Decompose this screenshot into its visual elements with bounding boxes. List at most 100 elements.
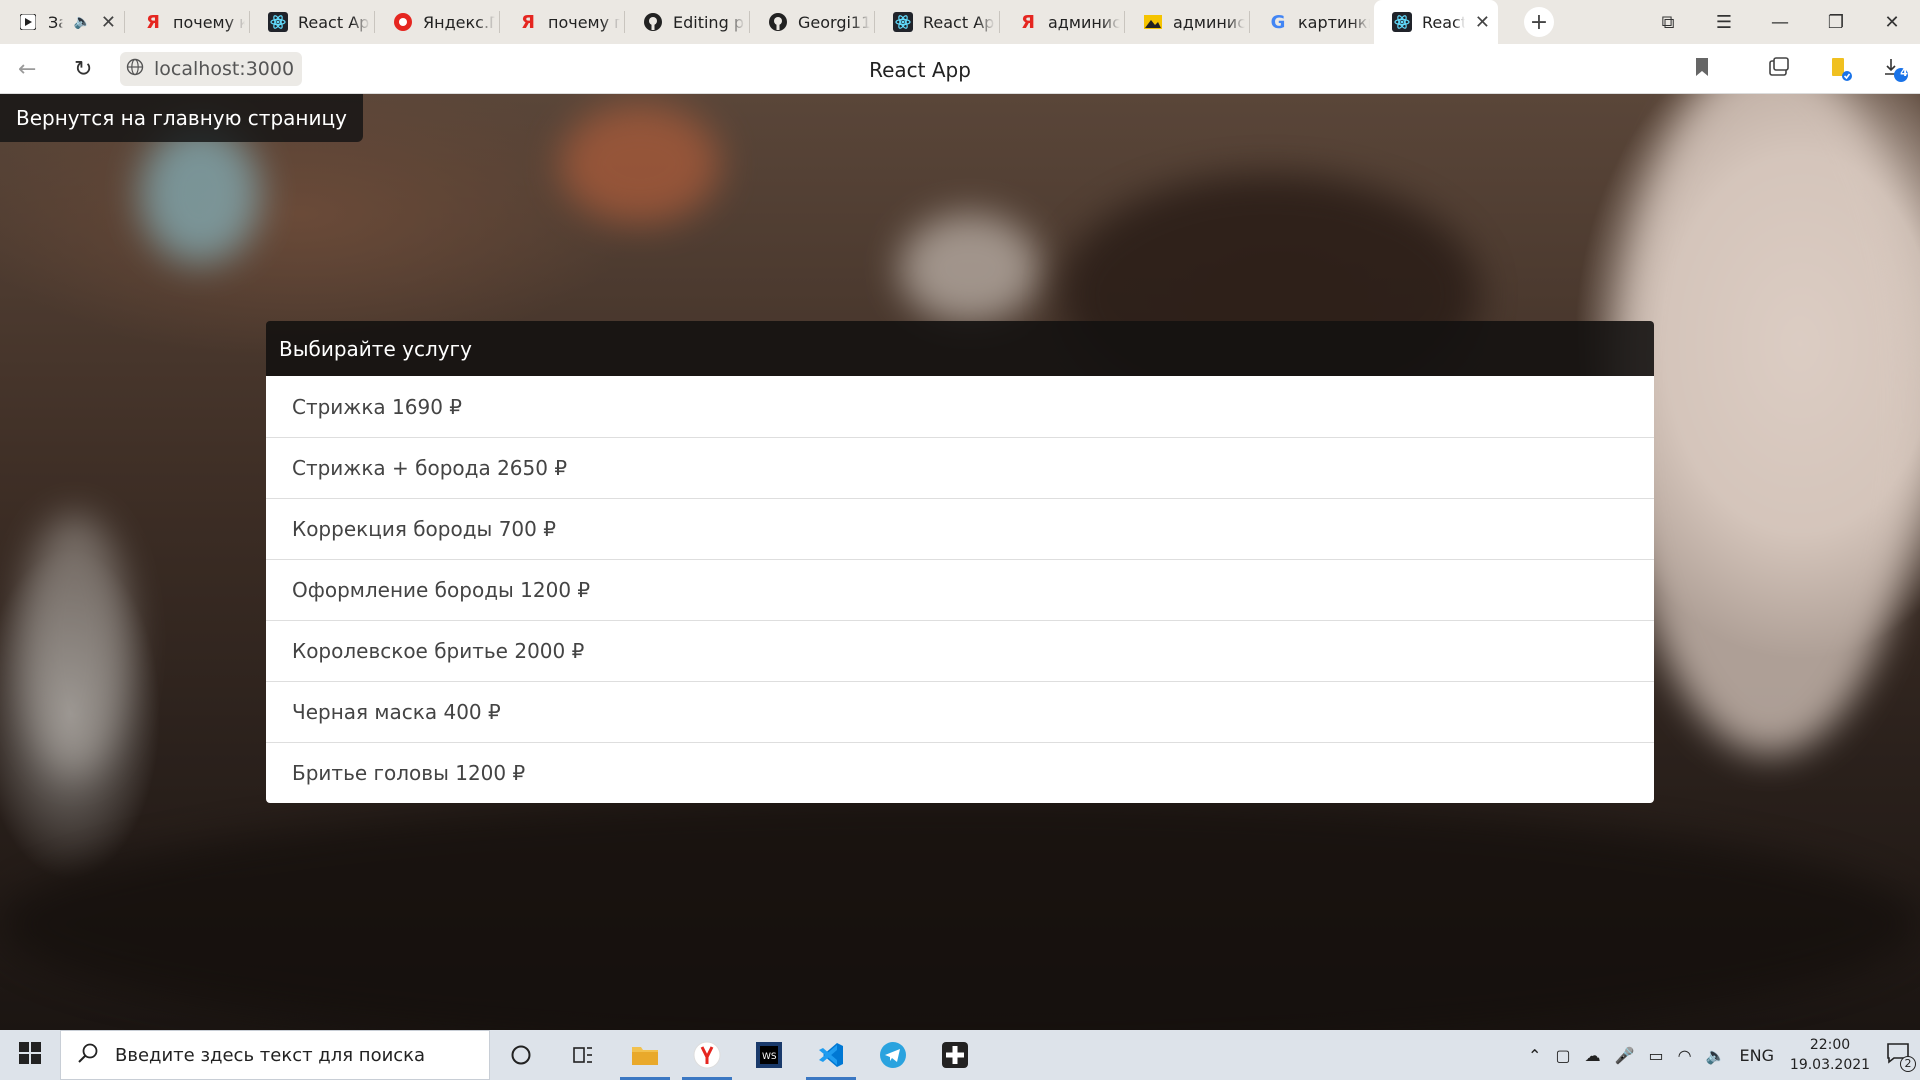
tab[interactable]: Georgi115 <box>750 0 874 44</box>
cortana-icon[interactable] <box>490 1030 552 1080</box>
service-item[interactable]: Стрижка 1690 ₽ <box>266 376 1654 437</box>
clock-date: 19.03.2021 <box>1789 1057 1871 1073</box>
tab[interactable]: Я почему п <box>500 0 624 44</box>
search-icon <box>77 1042 99 1069</box>
taskbar-search[interactable]: Введите здесь текст для поиска <box>60 1030 490 1080</box>
tab[interactable]: Яндекс.Пе <box>375 0 499 44</box>
wifi-icon[interactable]: ◠ <box>1678 1046 1692 1065</box>
taskbar: Введите здесь текст для поиска WS ⌃ ▢ ☁ … <box>0 1030 1920 1080</box>
tab-title: React App <box>298 12 370 32</box>
speaker-icon[interactable]: 🔈 <box>73 14 90 30</box>
tab-title: админист <box>1173 12 1245 32</box>
services-card: Выбирайте услугу Стрижка 1690 ₽ Стрижка … <box>266 321 1654 803</box>
github-icon <box>768 12 788 32</box>
background-light <box>140 124 260 264</box>
service-item[interactable]: Королевское бритье 2000 ₽ <box>266 620 1654 681</box>
volume-icon[interactable]: 🔈 <box>1706 1046 1726 1065</box>
task-view-icon[interactable] <box>552 1030 614 1080</box>
page-title: React App <box>869 58 971 82</box>
downloads-badge: 4 <box>1900 66 1908 79</box>
play-icon <box>18 12 38 32</box>
background-light <box>0 794 1920 1030</box>
app-icon[interactable] <box>924 1030 986 1080</box>
collections-icon[interactable] <box>1767 56 1791 80</box>
image-icon <box>1143 12 1163 32</box>
background-light <box>20 514 130 774</box>
file-explorer-icon[interactable] <box>614 1030 676 1080</box>
tab-title: почему к <box>173 12 245 32</box>
minimize-icon[interactable]: — <box>1752 12 1808 33</box>
meet-now-icon[interactable]: ▢ <box>1555 1046 1570 1065</box>
browser-tab-strip: Заг 🔈 ✕ Я почему к React App Яндекс.Пе Я… <box>0 0 1920 44</box>
battery-icon[interactable]: ▭ <box>1649 1046 1664 1065</box>
vscode-icon[interactable] <box>800 1030 862 1080</box>
back-to-home-button[interactable]: Вернутся на главную страницу <box>0 94 363 142</box>
microphone-icon[interactable]: 🎤 <box>1615 1046 1635 1065</box>
react-icon <box>893 12 913 32</box>
new-tab-button[interactable]: + <box>1524 7 1554 37</box>
background-light <box>560 104 720 224</box>
service-item[interactable]: Коррекция бороды 700 ₽ <box>266 498 1654 559</box>
service-item[interactable]: Черная маска 400 ₽ <box>266 681 1654 742</box>
tab[interactable]: G картинки <box>1250 0 1374 44</box>
tab[interactable]: админист <box>1125 0 1249 44</box>
tab-title: админист <box>1048 12 1120 32</box>
services-card-title: Выбирайте услугу <box>266 321 1654 376</box>
background-light <box>1620 94 1920 754</box>
window-controls: ⧉ ☰ — ❐ ✕ <box>1640 0 1920 44</box>
github-icon <box>643 12 663 32</box>
extension-icon[interactable] <box>1828 56 1852 81</box>
windows-start-button[interactable] <box>0 1030 60 1080</box>
tab[interactable]: Я почему к <box>125 0 249 44</box>
bookmark-icon[interactable] <box>1693 56 1717 80</box>
webstorm-icon[interactable]: WS <box>738 1030 800 1080</box>
tab-title: Editing pc <box>673 12 745 32</box>
svg-text:WS: WS <box>762 1052 777 1062</box>
chevron-up-icon[interactable]: ⌃ <box>1528 1046 1541 1065</box>
onedrive-icon[interactable]: ☁ <box>1585 1046 1601 1065</box>
yandex-icon: Я <box>1021 11 1035 33</box>
clock-time: 22:00 <box>1809 1037 1851 1053</box>
tab-title: картинки <box>1298 12 1370 32</box>
telegram-icon[interactable] <box>862 1030 924 1080</box>
tab-title: Заг <box>48 12 64 32</box>
service-item[interactable]: Бритье головы 1200 ₽ <box>266 742 1654 803</box>
clock[interactable]: 22:00 19.03.2021 <box>1788 1035 1872 1075</box>
notification-count: 2 <box>1900 1056 1916 1072</box>
tab[interactable]: Я админист <box>1000 0 1124 44</box>
tab-manager-icon[interactable]: ⧉ <box>1640 12 1696 33</box>
windows-icon <box>19 1042 41 1068</box>
tab-title: почему п <box>548 12 620 32</box>
react-icon <box>268 12 288 32</box>
yandex-browser-taskbar-icon[interactable] <box>676 1030 738 1080</box>
tab-title: React A <box>1422 12 1465 32</box>
google-icon: G <box>1270 11 1286 33</box>
system-tray: ⌃ ▢ ☁ 🎤 ▭ ◠ 🔈 ENG 22:00 19.03.2021 2 <box>1528 1035 1920 1075</box>
service-item[interactable]: Оформление бороды 1200 ₽ <box>266 559 1654 620</box>
yandex-icon: Я <box>521 11 535 33</box>
tab-title: React App <box>923 12 995 32</box>
tab[interactable]: Editing pc <box>625 0 749 44</box>
tab-title: Georgi115 <box>798 12 870 32</box>
services-list: Стрижка 1690 ₽ Стрижка + борода 2650 ₽ К… <box>266 376 1654 803</box>
notifications-icon[interactable]: 2 <box>1886 1042 1916 1072</box>
close-icon[interactable]: ✕ <box>101 12 116 33</box>
background-light <box>900 214 1040 324</box>
react-icon <box>1392 12 1412 32</box>
address-bar: ← ↻ localhost:3000 React App 4 <box>0 44 1920 94</box>
tab-active[interactable]: React A ✕ <box>1374 0 1498 44</box>
tab-title: Яндекс.Пе <box>423 12 495 32</box>
yandex-icon: Я <box>146 11 160 33</box>
restore-icon[interactable]: ❐ <box>1808 12 1864 33</box>
service-item[interactable]: Стрижка + борода 2650 ₽ <box>266 437 1654 498</box>
tab[interactable]: Заг 🔈 ✕ <box>0 0 124 44</box>
tab[interactable]: React App <box>250 0 374 44</box>
tab[interactable]: React App <box>875 0 999 44</box>
language-indicator[interactable]: ENG <box>1740 1046 1774 1065</box>
close-window-icon[interactable]: ✕ <box>1864 12 1920 33</box>
search-placeholder: Введите здесь текст для поиска <box>115 1044 426 1066</box>
yandex-browser-icon <box>393 12 413 32</box>
menu-icon[interactable]: ☰ <box>1696 12 1752 33</box>
close-icon[interactable]: ✕ <box>1475 12 1490 33</box>
page-background: Вернутся на главную страницу Выбирайте у… <box>0 94 1920 1030</box>
